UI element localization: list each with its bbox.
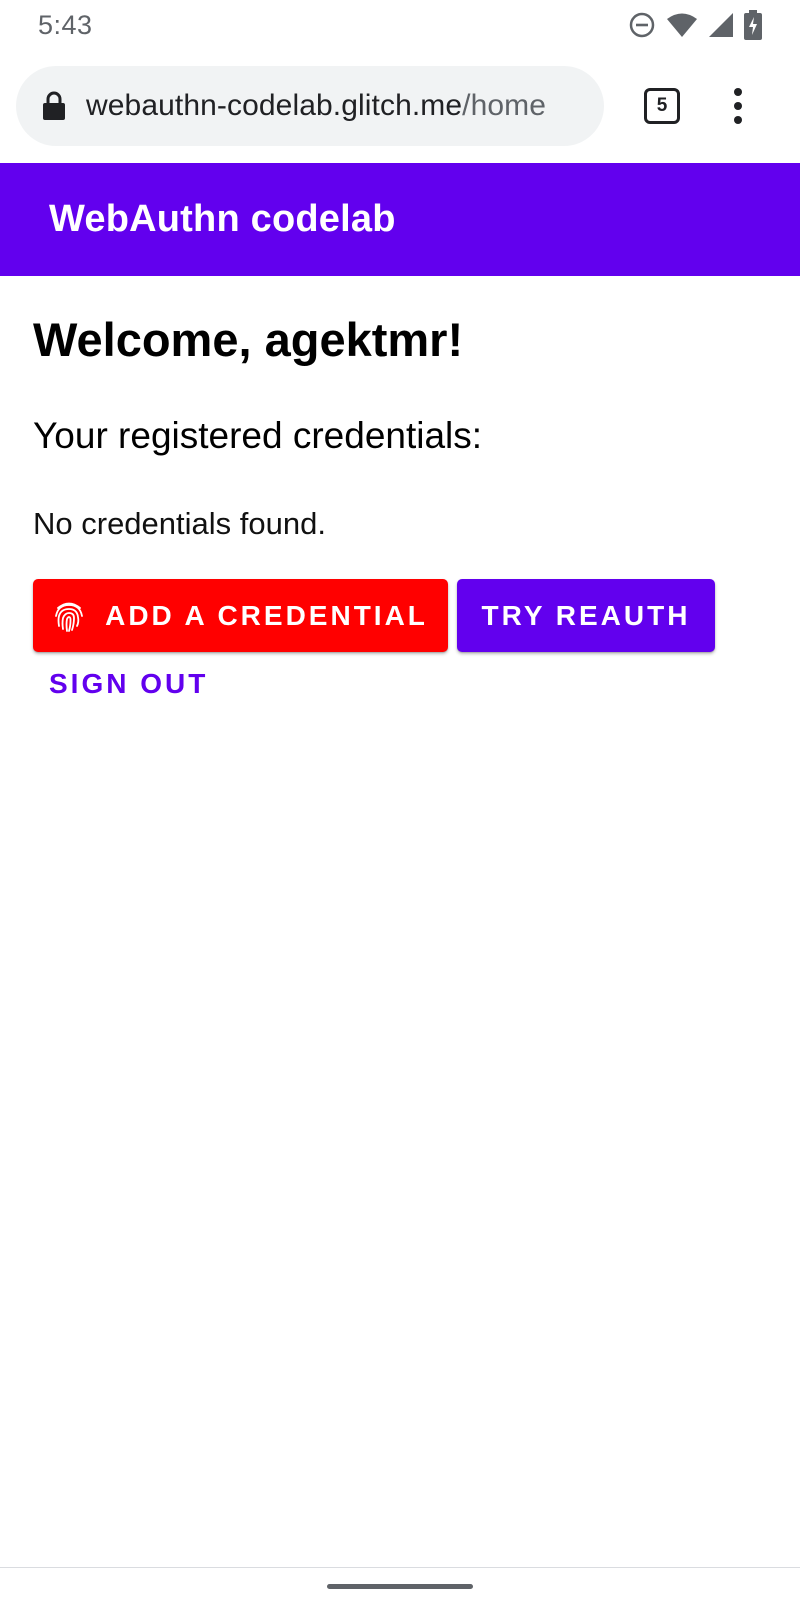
tab-switcher-button[interactable]: 5: [644, 88, 680, 124]
screen: 5:43 webauthn-codelab.glitch.me/home 5 W…: [0, 0, 800, 1600]
app-title: WebAuthn codelab: [49, 198, 396, 240]
browser-toolbar: webauthn-codelab.glitch.me/home 5: [0, 50, 800, 162]
credentials-heading: Your registered credentials:: [33, 415, 483, 456]
do-not-disturb-icon: [628, 11, 656, 39]
url-path: /home: [462, 89, 547, 122]
url-host: webauthn-codelab.glitch.me: [86, 89, 463, 122]
sign-out-button[interactable]: SIGN OUT: [49, 668, 208, 700]
add-credential-button[interactable]: ADD A CREDENTIAL: [33, 579, 448, 652]
add-credential-label: ADD A CREDENTIAL: [105, 599, 428, 631]
more-vert-icon[interactable]: [734, 88, 742, 124]
wifi-icon: [666, 12, 698, 38]
battery-charging-icon: [744, 10, 762, 40]
lock-icon[interactable]: [42, 91, 66, 121]
welcome-heading: Welcome, agektmr!: [33, 313, 464, 366]
cell-signal-icon: [708, 12, 734, 38]
address-bar[interactable]: webauthn-codelab.glitch.me/home: [16, 66, 604, 146]
url-text[interactable]: webauthn-codelab.glitch.me/home: [86, 89, 546, 123]
main-content: Welcome, agektmr! Your registered creden…: [33, 276, 773, 700]
status-icons: [628, 10, 762, 40]
empty-credentials-message: No credentials found.: [33, 506, 326, 541]
status-bar: 5:43: [0, 0, 800, 50]
status-time: 5:43: [38, 9, 93, 40]
try-reauth-button[interactable]: TRY REAUTH: [457, 579, 715, 652]
nav-divider: [0, 1567, 800, 1568]
gesture-nav-handle[interactable]: [327, 1584, 473, 1589]
fingerprint-icon: [53, 599, 85, 633]
app-bar: WebAuthn codelab: [0, 163, 800, 276]
action-buttons: ADD A CREDENTIAL TRY REAUTH: [33, 579, 773, 652]
